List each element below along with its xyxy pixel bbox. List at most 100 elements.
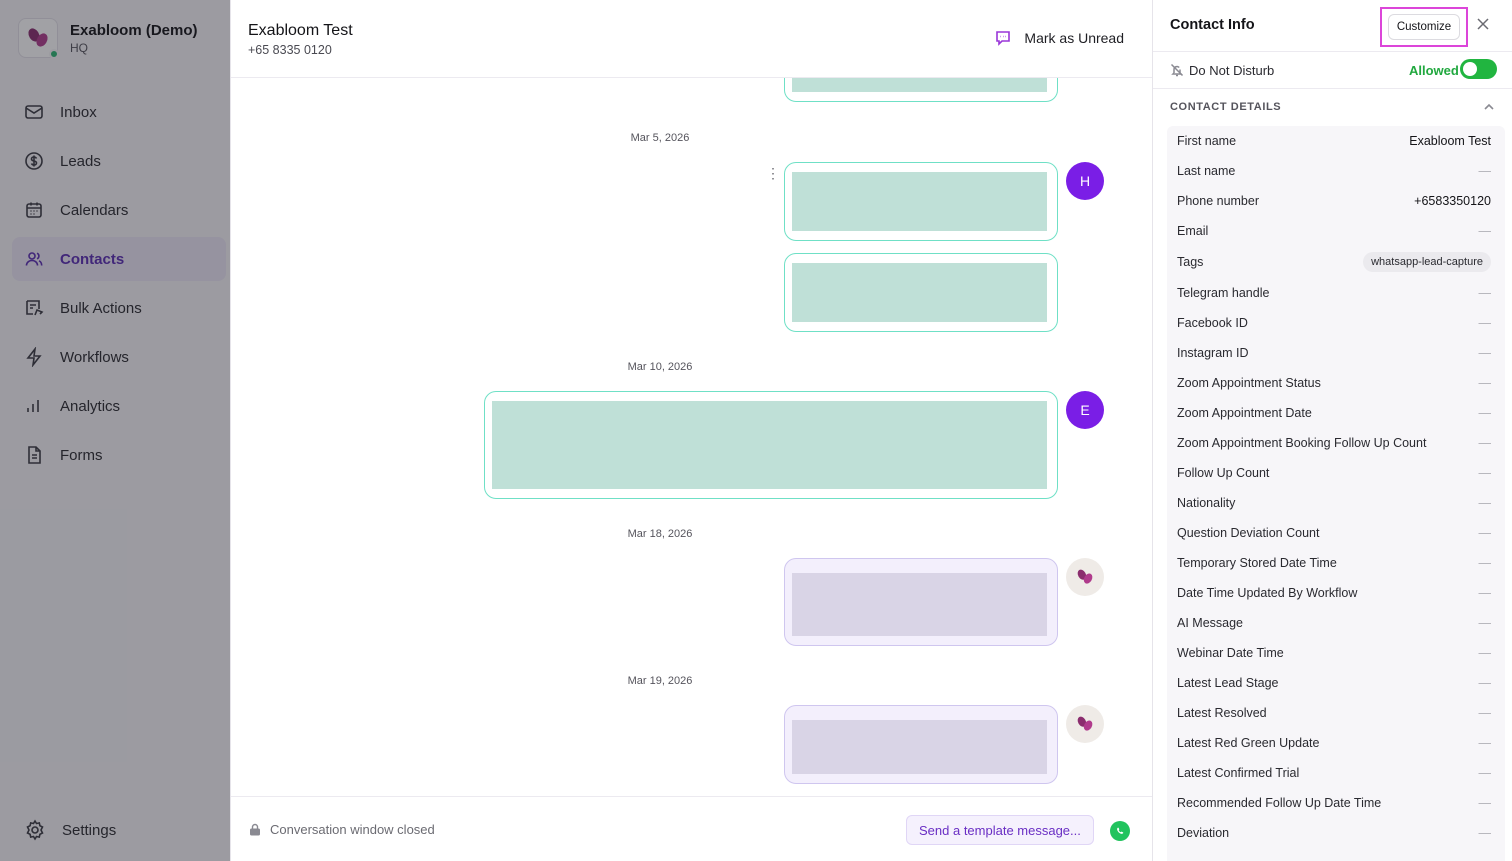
customize-highlight: Customize xyxy=(1380,7,1468,47)
detail-value: — xyxy=(1478,706,1492,720)
detail-value: — xyxy=(1478,616,1492,630)
contact-details-heading[interactable]: CONTACT DETAILS xyxy=(1170,101,1281,113)
detail-row-deviation[interactable]: Deviation — xyxy=(1167,818,1505,848)
message-bubble[interactable] xyxy=(784,705,1058,784)
message-bubble[interactable] xyxy=(784,253,1058,332)
contact-info-panel: Contact Info Customize Do Not Disturb Al… xyxy=(1152,0,1512,861)
detail-label: Follow Up Count xyxy=(1177,466,1270,480)
date-separator: Mar 18, 2026 xyxy=(627,528,693,540)
detail-row-ai-message[interactable]: AI Message — xyxy=(1167,608,1505,638)
message-bubble[interactable] xyxy=(784,78,1058,102)
message-list[interactable]: Mar 5, 2026 ⋮ H Mar 10, 2026 E Mar 18, 2… xyxy=(231,78,1153,796)
bot-avatar xyxy=(1066,705,1104,743)
detail-label: Telegram handle xyxy=(1177,286,1270,300)
detail-value: +6583350120 xyxy=(1414,194,1491,208)
redacted-message-content xyxy=(792,573,1047,636)
detail-row-phone-number[interactable]: Phone number +6583350120 xyxy=(1167,186,1505,216)
detail-row-tags[interactable]: Tags whatsapp-lead-capture xyxy=(1167,246,1505,278)
tag-chip[interactable]: whatsapp-lead-capture xyxy=(1363,252,1491,272)
contact-info-title: Contact Info xyxy=(1170,17,1255,33)
detail-label: Recommended Follow Up Date Time xyxy=(1177,796,1382,810)
detail-row-latest-red-green-update[interactable]: Latest Red Green Update — xyxy=(1167,728,1505,758)
detail-row-temporary-stored-date-time[interactable]: Temporary Stored Date Time — xyxy=(1167,548,1505,578)
redacted-message-content xyxy=(492,401,1047,489)
detail-value: — xyxy=(1478,346,1492,360)
detail-row-question-deviation-count[interactable]: Question Deviation Count — xyxy=(1167,518,1505,548)
lock-icon xyxy=(250,823,260,836)
detail-value: — xyxy=(1478,586,1492,600)
detail-row-facebook-id[interactable]: Facebook ID — xyxy=(1167,308,1505,338)
detail-row-zoom-appointment-date[interactable]: Zoom Appointment Date — xyxy=(1167,398,1505,428)
do-not-disturb-row: Do Not Disturb Allowed xyxy=(1153,52,1512,89)
redacted-message-content xyxy=(792,263,1047,322)
detail-label: Webinar Date Time xyxy=(1177,646,1284,660)
detail-value: — xyxy=(1478,376,1492,390)
redacted-message-content xyxy=(792,78,1047,92)
message-menu-icon[interactable]: ⋮ xyxy=(766,166,780,180)
detail-label: Latest Resolved xyxy=(1177,706,1267,720)
detail-row-email[interactable]: Email — xyxy=(1167,216,1505,246)
exabloom-logo-icon xyxy=(1077,569,1093,584)
detail-label: Latest Red Green Update xyxy=(1177,736,1320,750)
bell-off-icon xyxy=(1170,63,1184,77)
detail-row-first-name[interactable]: First name Exabloom Test xyxy=(1167,126,1505,156)
detail-label: Latest Lead Stage xyxy=(1177,676,1279,690)
detail-label: First name xyxy=(1177,134,1237,148)
detail-label: Latest Confirmed Trial xyxy=(1177,766,1300,780)
customize-button[interactable]: Customize xyxy=(1388,14,1460,40)
modal-backdrop[interactable] xyxy=(0,0,232,861)
detail-row-latest-lead-stage[interactable]: Latest Lead Stage — xyxy=(1167,668,1505,698)
detail-label: Zoom Appointment Booking Follow Up Count xyxy=(1177,436,1427,450)
detail-row-telegram-handle[interactable]: Telegram handle — xyxy=(1167,278,1505,308)
detail-value: — xyxy=(1478,526,1492,540)
detail-row-latest-confirmed-trial[interactable]: Latest Confirmed Trial — xyxy=(1167,758,1505,788)
bot-avatar xyxy=(1066,558,1104,596)
exabloom-logo-icon xyxy=(1077,716,1093,731)
detail-label: Instagram ID xyxy=(1177,346,1249,360)
detail-label: Email xyxy=(1177,224,1209,238)
detail-row-webinar-date-time[interactable]: Webinar Date Time — xyxy=(1167,638,1505,668)
send-template-button[interactable]: Send a template message... xyxy=(906,815,1094,845)
date-separator: Mar 10, 2026 xyxy=(627,361,693,373)
date-separator: Mar 5, 2026 xyxy=(630,132,690,144)
detail-label: Phone number xyxy=(1177,194,1260,208)
detail-row-zoom-appointment-status[interactable]: Zoom Appointment Status — xyxy=(1167,368,1505,398)
mark-as-unread-button[interactable]: Mark as Unread xyxy=(994,29,1124,47)
detail-value: — xyxy=(1478,796,1492,810)
do-not-disturb-status: Allowed xyxy=(1409,63,1459,78)
detail-row-latest-resolved[interactable]: Latest Resolved — xyxy=(1167,698,1505,728)
detail-label: Facebook ID xyxy=(1177,316,1248,330)
detail-row-nationality[interactable]: Nationality — xyxy=(1167,488,1505,518)
detail-value: — xyxy=(1478,406,1492,420)
message-bubble[interactable] xyxy=(784,558,1058,646)
detail-row-date-time-updated-by-workflow[interactable]: Date Time Updated By Workflow — xyxy=(1167,578,1505,608)
detail-label: Zoom Appointment Date xyxy=(1177,406,1312,420)
whatsapp-icon[interactable] xyxy=(1110,821,1130,841)
detail-row-instagram-id[interactable]: Instagram ID — xyxy=(1167,338,1505,368)
chevron-up-icon[interactable] xyxy=(1483,100,1495,112)
message-icon xyxy=(996,31,1011,46)
detail-value: — xyxy=(1478,316,1492,330)
redacted-message-content xyxy=(792,172,1047,231)
close-icon[interactable] xyxy=(1475,16,1491,32)
detail-label: Nationality xyxy=(1177,496,1236,510)
detail-value: — xyxy=(1478,224,1492,238)
do-not-disturb-toggle[interactable] xyxy=(1460,59,1497,79)
detail-row-follow-up-count[interactable]: Follow Up Count — xyxy=(1167,458,1505,488)
detail-row-zoom-booking-follow-up-count[interactable]: Zoom Appointment Booking Follow Up Count… xyxy=(1167,428,1505,458)
detail-row-recommended-follow-up-date-time[interactable]: Recommended Follow Up Date Time — xyxy=(1167,788,1505,818)
contact-phone: +65 8335 0120 xyxy=(248,43,332,57)
conversation-footer: Conversation window closed Send a templa… xyxy=(231,796,1153,861)
detail-value: — xyxy=(1478,766,1492,780)
message-bubble[interactable] xyxy=(484,391,1058,499)
avatar: H xyxy=(1066,162,1104,200)
detail-label: Question Deviation Count xyxy=(1177,526,1320,540)
detail-value: — xyxy=(1478,164,1492,178)
detail-value: — xyxy=(1478,826,1492,840)
mark-as-unread-label: Mark as Unread xyxy=(1024,30,1124,46)
message-bubble[interactable] xyxy=(784,162,1058,241)
detail-label: Last name xyxy=(1177,164,1236,178)
detail-row-last-name[interactable]: Last name — xyxy=(1167,156,1505,186)
detail-label: Temporary Stored Date Time xyxy=(1177,556,1337,570)
detail-value: — xyxy=(1478,286,1492,300)
